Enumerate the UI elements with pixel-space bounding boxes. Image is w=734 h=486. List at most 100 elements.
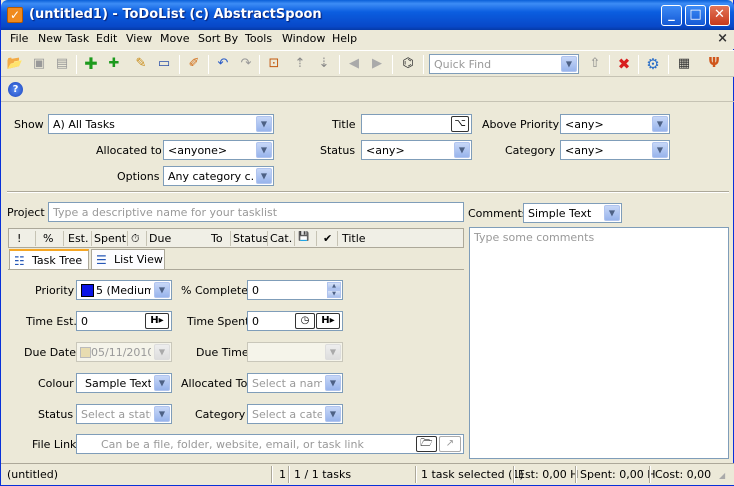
chevron-down-icon[interactable] [325, 406, 341, 422]
menu-tools[interactable]: Tools [245, 32, 272, 45]
column-allocated-to[interactable]: To [211, 232, 223, 245]
back-icon[interactable]: ◀ [345, 55, 363, 73]
undo-icon[interactable]: ↶ [214, 55, 232, 73]
chevron-down-icon[interactable] [154, 344, 170, 360]
help-icon[interactable]: ? [8, 82, 23, 97]
column-file-disk-icon[interactable]: 💾 [298, 232, 309, 242]
colour-combo[interactable]: Sample Text [76, 373, 172, 393]
project-name-input[interactable]: Type a descriptive name for your tasklis… [48, 202, 464, 222]
menu-move[interactable]: Move [160, 32, 190, 45]
options-filter-combo[interactable]: Any category c... [163, 166, 274, 186]
percent-complete-input[interactable]: 0 ▲ ▼ [247, 280, 343, 300]
column-title[interactable]: Title [342, 232, 366, 245]
time-est-unit-button[interactable]: H▸ [145, 313, 169, 329]
new-task-icon[interactable]: ✚ [82, 55, 100, 73]
new-subtask-icon[interactable]: ✚ [105, 55, 123, 73]
column-timetrack-clock-icon[interactable]: ⏱ [131, 232, 140, 246]
above-priority-combo[interactable]: <any> [560, 114, 670, 134]
column-priority[interactable]: ! [17, 232, 21, 245]
mdi-close-icon[interactable]: × [717, 31, 728, 46]
maximize-button[interactable]: □ [685, 5, 706, 26]
redo-icon[interactable]: ↷ [237, 55, 255, 73]
chevron-down-icon[interactable] [154, 282, 170, 298]
settings-icon[interactable]: ⚙ [644, 55, 662, 73]
status-combo[interactable]: Select a status [76, 404, 172, 424]
menu-window[interactable]: Window [282, 32, 325, 45]
resize-grip-icon[interactable]: ◢ [719, 471, 725, 480]
allocated-to-filter-combo[interactable]: <anyone> [163, 140, 274, 160]
column-percent[interactable]: % [43, 232, 53, 245]
chevron-down-icon[interactable] [652, 142, 668, 158]
time-spent-input[interactable]: 0 ◷ H▸ [247, 311, 343, 331]
due-time-combo[interactable] [247, 342, 343, 362]
logo-icon[interactable]: Ψ [705, 55, 723, 73]
menu-new-task[interactable]: New Task [38, 32, 89, 45]
title-filter-input[interactable]: ⌥ [361, 114, 472, 134]
title-bar[interactable]: ✓ (untitled1) - ToDoList (c) AbstractSpo… [1, 0, 734, 30]
forward-icon[interactable]: ▶ [368, 55, 386, 73]
allocated-to-combo[interactable]: Select a name [247, 373, 343, 393]
chevron-down-icon[interactable] [256, 116, 272, 132]
status-filter-combo[interactable]: <any> [361, 140, 472, 160]
move-up-icon[interactable]: ⇡ [291, 55, 309, 73]
calendar-icon[interactable]: ▦ [675, 55, 693, 73]
close-button[interactable]: ✕ [709, 5, 730, 26]
tab-task-tree[interactable]: ☷ Task Tree [9, 249, 89, 269]
chevron-down-icon[interactable] [604, 205, 620, 221]
go-up-icon[interactable]: ⇧ [586, 55, 604, 73]
filter-options-icon[interactable]: ⌥ [451, 116, 469, 132]
category-filter-combo[interactable]: <any> [560, 140, 670, 160]
chevron-down-icon[interactable] [256, 142, 272, 158]
column-due[interactable]: Due [149, 232, 171, 245]
spin-up-icon[interactable]: ▲ [327, 282, 341, 290]
column-done-check-icon[interactable]: ✔ [323, 232, 332, 245]
time-est-input[interactable]: 0 H▸ [76, 311, 172, 331]
open-link-icon[interactable]: ↗ [439, 436, 461, 452]
expand-icon[interactable]: ⊡ [265, 55, 283, 73]
chevron-down-icon[interactable] [325, 375, 341, 391]
binoculars-icon[interactable]: ⌬ [399, 55, 417, 73]
priority-combo[interactable]: 5 (Medium) [76, 280, 172, 300]
percent-spinner[interactable]: ▲ ▼ [327, 282, 341, 298]
menu-edit[interactable]: Edit [96, 32, 117, 45]
chevron-down-icon[interactable] [325, 344, 341, 360]
edit-icon[interactable]: ✎ [132, 55, 150, 73]
minimize-button[interactable]: _ [661, 5, 682, 26]
menu-sort-by[interactable]: Sort By [198, 32, 238, 45]
chevron-down-icon[interactable] [454, 142, 470, 158]
tab-list-view[interactable]: ☰ List View [91, 249, 165, 269]
open-folder-icon[interactable]: 📂 [6, 55, 24, 73]
file-link-input[interactable]: Can be a file, folder, website, email, o… [76, 434, 464, 454]
chevron-down-icon[interactable] [561, 56, 577, 72]
due-date-picker[interactable]: 05/11/2010 [76, 342, 172, 362]
properties-icon[interactable]: ▭ [155, 55, 173, 73]
quick-find-placeholder: Quick Find [434, 58, 492, 71]
chevron-down-icon[interactable] [154, 406, 170, 422]
broom-icon[interactable]: ✐ [185, 55, 203, 73]
comments-format-combo[interactable]: Simple Text [523, 203, 622, 223]
column-status[interactable]: Status [233, 232, 268, 245]
spin-down-icon[interactable]: ▼ [327, 290, 341, 298]
delete-icon[interactable]: ✖ [615, 55, 633, 73]
start-timer-clock-icon[interactable]: ◷ [295, 313, 315, 329]
menu-view[interactable]: View [126, 32, 152, 45]
show-filter-combo[interactable]: A) All Tasks [48, 114, 274, 134]
column-estimate[interactable]: Est. [68, 232, 89, 245]
comments-label: Comments [468, 207, 528, 220]
quick-find-combo[interactable]: Quick Find [429, 54, 579, 74]
category-combo[interactable]: Select a catego [247, 404, 343, 424]
menu-file[interactable]: File [10, 32, 28, 45]
save-icon[interactable]: ▣ [30, 55, 48, 73]
time-spent-unit-button[interactable]: H▸ [316, 313, 340, 329]
chevron-down-icon[interactable] [652, 116, 668, 132]
column-category[interactable]: Cat. [270, 232, 292, 245]
comments-textarea[interactable]: Type some comments [469, 227, 729, 459]
chevron-down-icon[interactable] [256, 168, 272, 184]
menu-help[interactable]: Help [332, 32, 357, 45]
chevron-down-icon[interactable] [154, 375, 170, 391]
browse-folder-icon[interactable]: 🗁 [416, 436, 437, 452]
column-spent[interactable]: Spent [94, 232, 126, 245]
move-down-icon[interactable]: ⇣ [315, 55, 333, 73]
date-checkbox[interactable] [80, 347, 91, 358]
save-all-icon[interactable]: ▤ [53, 55, 71, 73]
